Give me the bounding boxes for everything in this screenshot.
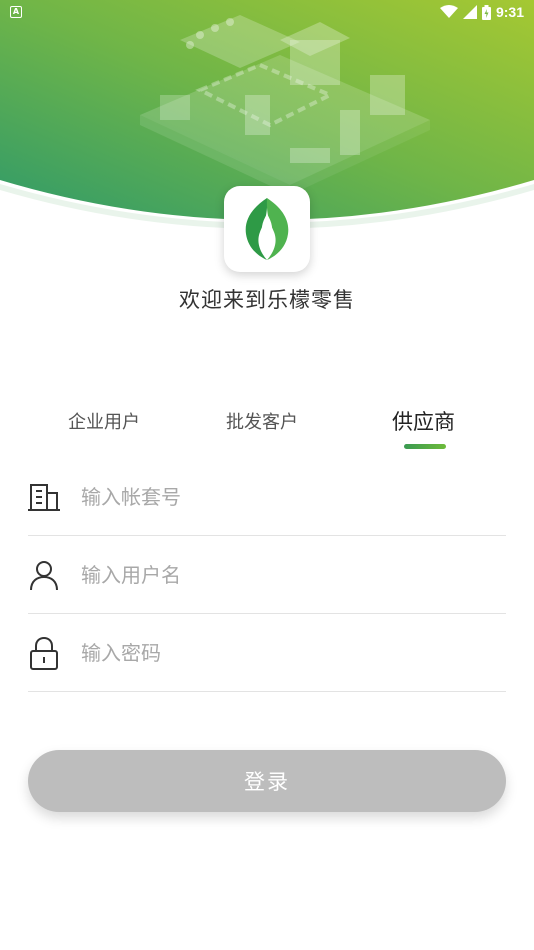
password-input[interactable] (81, 640, 481, 665)
battery-icon (481, 4, 491, 20)
building-icon (28, 481, 60, 513)
tab-supplier[interactable]: 供应商 (392, 406, 455, 436)
user-type-tabs: 企业用户 批发客户 供应商 (0, 408, 534, 456)
username-field (28, 536, 506, 614)
notification-icon: A (10, 6, 22, 18)
tab-enterprise-user[interactable]: 企业用户 (68, 408, 140, 434)
active-tab-indicator (404, 444, 446, 449)
clock: 9:31 (495, 4, 524, 20)
status-bar: A 9:31 (0, 0, 534, 24)
password-field (28, 614, 506, 692)
app-logo (224, 186, 310, 272)
welcome-title: 欢迎来到乐檬零售 (179, 288, 355, 312)
signal-icon (462, 5, 477, 19)
account-input[interactable] (81, 484, 481, 509)
username-input[interactable] (81, 562, 481, 587)
wifi-icon (439, 5, 458, 18)
login-button[interactable]: 登录 (28, 750, 506, 812)
account-field (28, 458, 506, 536)
tab-wholesale-customer[interactable]: 批发客户 (226, 408, 298, 434)
user-icon (28, 559, 60, 591)
lock-icon (28, 636, 60, 670)
leaf-logo-icon (245, 198, 289, 260)
